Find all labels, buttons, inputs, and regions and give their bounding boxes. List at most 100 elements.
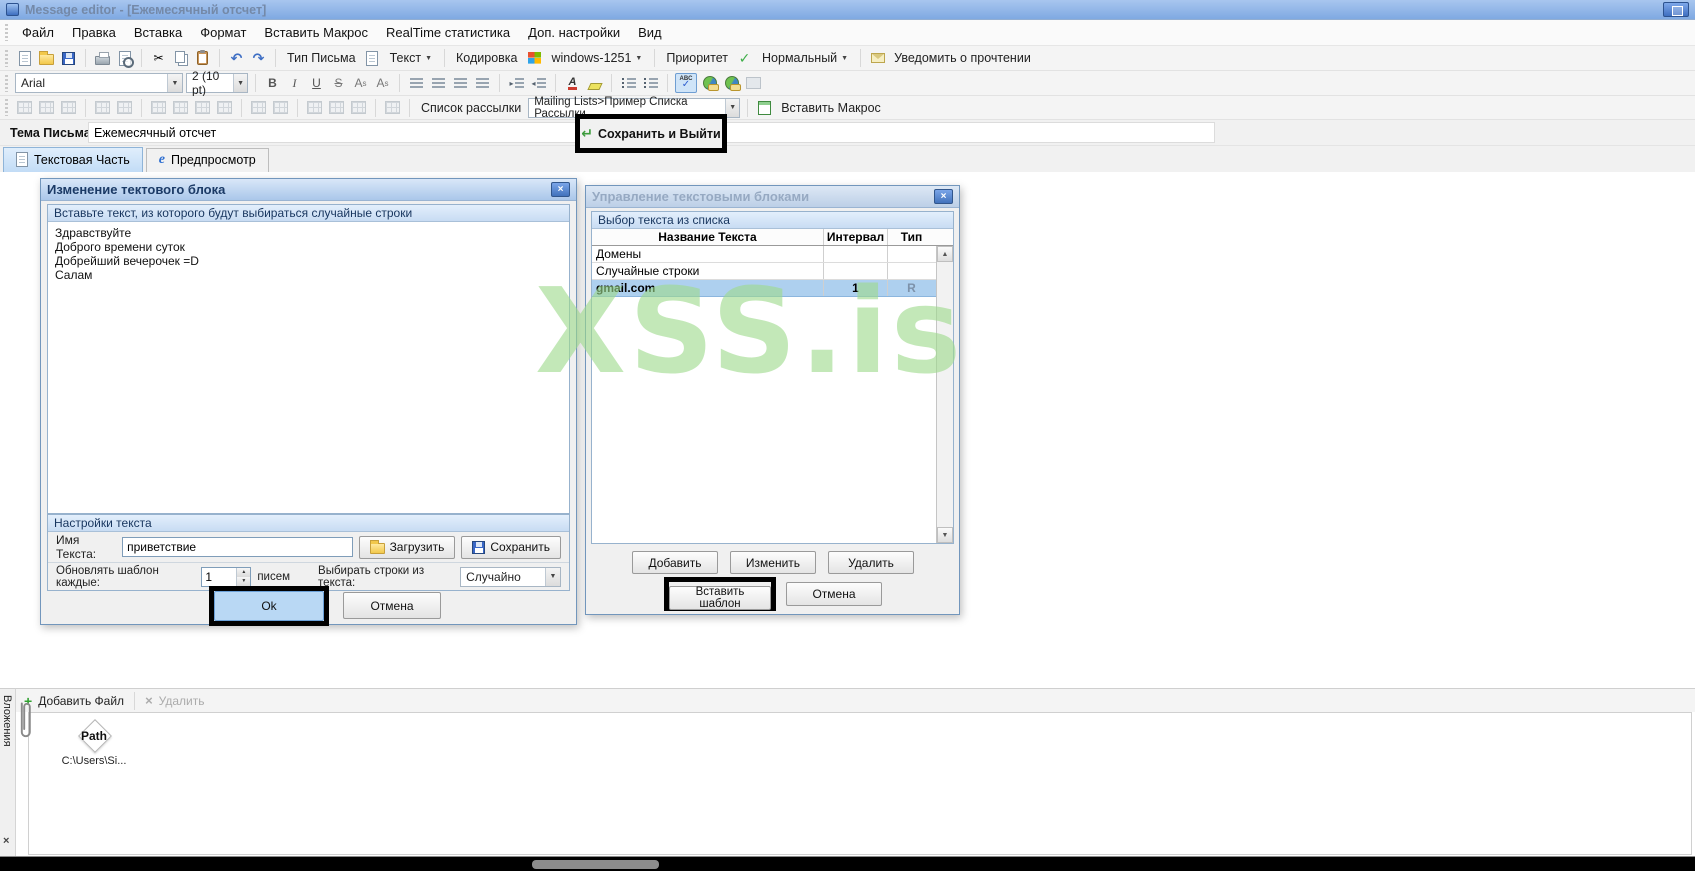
menu-item-realtime-stats[interactable]: RealTime статистика [378,22,518,43]
align-right-icon[interactable] [451,74,470,93]
print-preview-icon[interactable] [115,49,134,68]
table-row[interactable]: Случайные строки [592,263,953,280]
paste-icon[interactable] [193,49,212,68]
separator [85,98,86,117]
hyperlink-icon[interactable] [700,74,719,93]
insert-row-icon [93,98,112,117]
menu-item-view[interactable]: Вид [630,22,670,43]
separator [611,74,612,92]
scrollbar-thumb[interactable] [532,860,659,869]
font-color-icon[interactable]: A [563,74,582,93]
ok-button[interactable]: Ok [214,591,324,621]
edit-button[interactable]: Изменить [730,551,816,574]
cut-icon[interactable]: ✂ [149,49,168,68]
align-left-icon[interactable] [407,74,426,93]
underline-icon[interactable]: U [307,74,326,93]
table-scrollbar[interactable]: ▲ ▼ [936,246,953,543]
chevron-down-icon: ▼ [425,54,433,62]
new-file-icon[interactable] [15,49,34,68]
add-file-button[interactable]: Добавить Файл [38,694,124,708]
encoding-dropdown[interactable]: windows-1251 ▼ [547,49,648,67]
message-type-dropdown[interactable]: Текст ▼ [385,49,437,67]
chevron-down-icon: ▼ [167,74,182,92]
separator [219,49,220,67]
save-and-exit-button[interactable]: ↵ Сохранить и Выйти [575,114,727,153]
windows-logo-icon [525,49,544,68]
align-justify-icon[interactable] [473,74,492,93]
delete-button[interactable]: Удалить [828,551,914,574]
toolbar-grip [5,99,8,116]
undo-icon[interactable]: ↶ [227,49,246,68]
subscript-icon[interactable]: As [351,74,370,93]
priority-label: Приоритет [666,51,729,65]
font-size-dropdown[interactable]: 2 (10 pt) ▼ [186,69,248,97]
table-row[interactable]: Домены [592,246,953,263]
attachment-file-item[interactable]: Path C:\Users\Si... [49,719,139,767]
menu-item-insert[interactable]: Вставка [126,22,190,43]
scroll-down-icon[interactable]: ▼ [937,527,953,543]
tab-preview[interactable]: e Предпросмотр [145,148,269,172]
open-file-icon[interactable] [37,49,56,68]
text-block-textarea[interactable]: Здравствуйте Доброго времени суток Добре… [48,222,569,513]
save-text-button[interactable]: Сохранить [461,535,561,559]
indent-icon[interactable]: ▸ [507,74,526,93]
redo-icon[interactable]: ↷ [249,49,268,68]
ok-highlight-frame: Ok [209,586,329,626]
italic-icon[interactable]: I [285,74,304,93]
spellcheck-icon[interactable]: ABC ✓ [675,73,697,93]
insert-template-button[interactable]: Вставить шаблон [669,586,771,610]
insert-column-icon [115,98,134,117]
select-lines-dropdown[interactable]: Случайно ▼ [460,566,561,587]
chevron-down-icon: ▼ [233,74,247,92]
close-icon[interactable]: × [551,182,570,197]
menu-item-format[interactable]: Формат [192,22,254,43]
column-interval[interactable]: Интервал [824,229,888,245]
print-icon[interactable] [93,49,112,68]
spin-up-icon[interactable]: ▲ [237,567,251,577]
cancel-button[interactable]: Отмена [786,582,882,606]
outdent-icon[interactable]: ◂ [529,74,548,93]
menu-item-edit[interactable]: Правка [64,22,124,43]
bottom-scrollbar [0,856,1695,871]
save-icon[interactable] [59,49,78,68]
insert-macro-button[interactable]: Вставить Макрос [777,101,885,115]
file-path: C:\Users\Si... [61,755,127,767]
column-name[interactable]: Название Текста [592,229,824,245]
highlight-color-icon[interactable] [585,74,604,93]
tab-text-part[interactable]: Текстовая Часть [3,147,143,172]
toolbar-message: ✂ ↶ ↷ Тип Письма Текст ▼ Кодировка windo… [0,46,1695,71]
priority-dropdown[interactable]: Нормальный ▼ [757,49,853,67]
random-lines-group: Вставьте текст, из которого будут выбира… [47,204,570,514]
superscript-icon[interactable]: As [373,74,392,93]
cancel-button[interactable]: Отмена [343,592,441,619]
message-type-label: Тип Письма [287,51,356,65]
text-name-input[interactable] [122,537,353,557]
close-icon[interactable]: × [934,189,953,204]
table-row-selected[interactable]: gmail.com 1 R [592,280,953,297]
column-type[interactable]: Тип [888,229,935,245]
numbered-list-icon[interactable] [641,74,660,93]
table-tool-icon [37,98,56,117]
align-center-icon[interactable] [429,74,448,93]
text-list-group: Выбор текста из списка Название Текста И… [591,211,954,544]
menu-item-insert-macro[interactable]: Вставить Макрос [256,22,376,43]
copy-icon[interactable] [171,49,190,68]
strikethrough-icon[interactable]: S [329,74,348,93]
text-blocks-table: Название Текста Интервал Тип Домены Случ… [592,229,953,543]
notify-read-button[interactable]: Уведомить о прочтении [890,51,1035,65]
anchor-link-icon[interactable] [722,74,741,93]
update-count-stepper[interactable]: ▲ ▼ [201,566,252,587]
add-button[interactable]: Добавить [632,551,718,574]
menu-item-extra-settings[interactable]: Доп. настройки [520,22,628,43]
font-family-dropdown[interactable]: Arial ▼ [15,73,183,93]
menu-item-file[interactable]: Файл [14,22,62,43]
spin-down-icon[interactable]: ▼ [237,576,251,586]
scroll-up-icon[interactable]: ▲ [937,246,953,262]
load-button[interactable]: Загрузить [358,535,456,559]
bullet-list-icon[interactable] [619,74,638,93]
restore-window-button[interactable] [1663,2,1689,17]
separator [275,49,276,67]
close-attachments-icon[interactable]: × [3,835,9,847]
bold-icon[interactable]: B [263,74,282,93]
update-template-label: Обновлять шаблон каждые: [56,564,159,589]
